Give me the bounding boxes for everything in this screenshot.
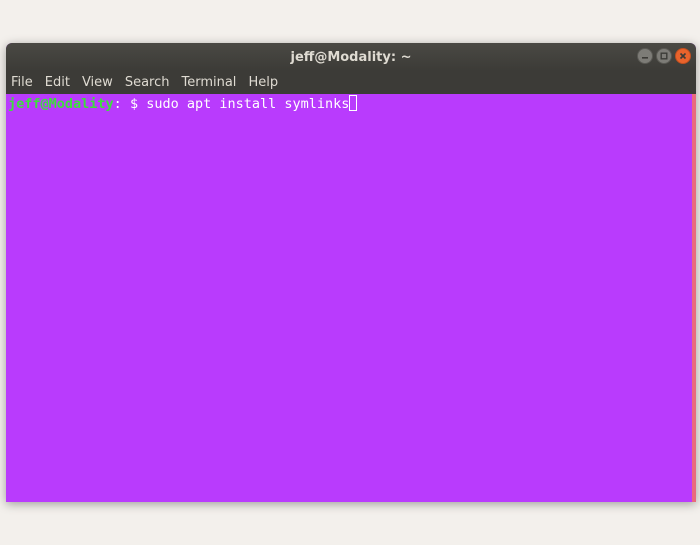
menu-help[interactable]: Help [248,75,284,90]
menu-search[interactable]: Search [125,75,176,90]
close-icon [679,52,687,60]
maximize-button[interactable] [656,48,672,64]
prompt-separator: : [113,96,122,112]
terminal-window: jeff@Modality: ~ File Edit View Search T… [6,43,696,502]
menu-file[interactable]: File [11,75,39,90]
title-bar[interactable]: jeff@Modality: ~ [6,43,696,71]
text-cursor [349,95,358,111]
menu-view[interactable]: View [82,75,119,90]
prompt-path [122,96,130,112]
window-controls [637,48,691,64]
terminal-output[interactable]: jeff@Modality: $ sudo apt install symlin… [6,94,692,502]
minimize-button[interactable] [637,48,653,64]
minimize-icon [642,57,648,59]
maximize-icon [660,52,668,60]
window-title: jeff@Modality: ~ [290,49,412,65]
command-text: sudo apt install symlinks [138,96,350,112]
prompt-user-host: jeff@Modality [8,96,114,112]
menu-bar: File Edit View Search Terminal Help [6,71,696,94]
menu-terminal[interactable]: Terminal [181,75,242,90]
menu-edit[interactable]: Edit [45,75,76,90]
prompt-symbol: $ [129,96,139,112]
close-button[interactable] [675,48,691,64]
window-edge [692,94,696,502]
